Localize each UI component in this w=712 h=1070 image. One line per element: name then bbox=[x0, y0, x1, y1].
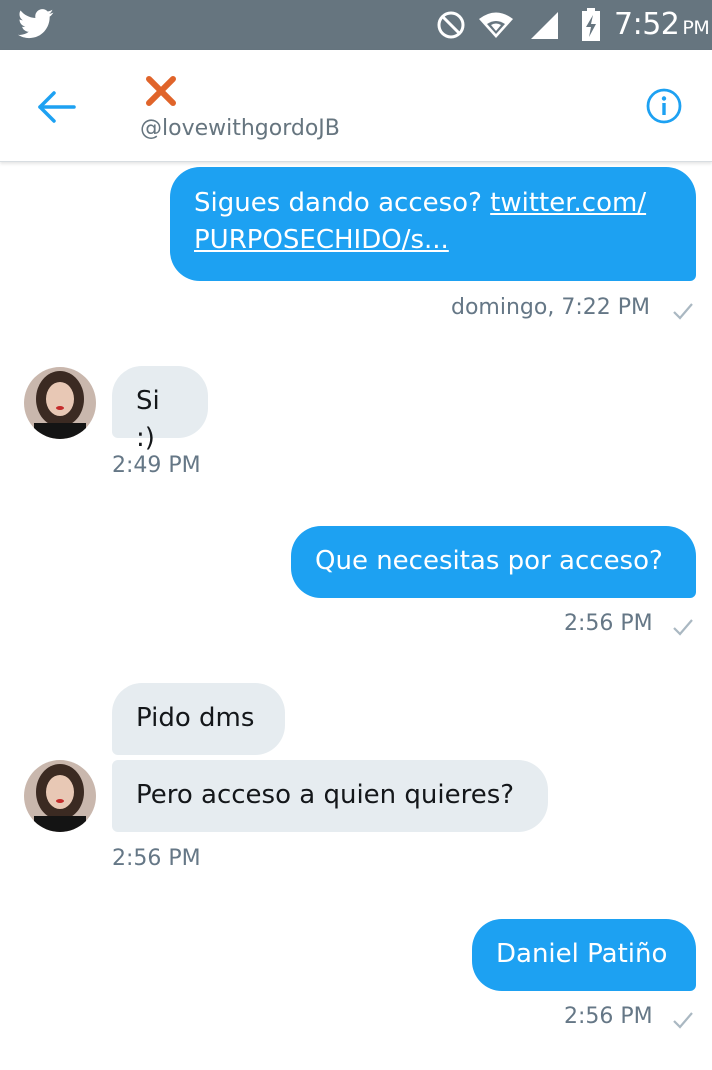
message-text: Daniel Patiño bbox=[496, 939, 668, 969]
message-text: Si :) bbox=[136, 386, 160, 453]
sent-check-icon bbox=[673, 303, 693, 320]
message-text: Pido dms bbox=[136, 703, 255, 733]
status-bar: 7:52 PM bbox=[0, 0, 712, 50]
message-timestamp: 2:56 PM bbox=[112, 846, 201, 871]
message-timestamp: 2:49 PM bbox=[112, 453, 201, 478]
message-text: Sigues dando acceso? bbox=[194, 188, 491, 218]
wifi-icon bbox=[479, 12, 513, 38]
avatar-photo-icon bbox=[24, 367, 96, 439]
clock: 7:52 PM bbox=[614, 7, 710, 42]
message-link[interactable]: PURPOSECHIDO/s... bbox=[194, 225, 449, 255]
info-icon[interactable] bbox=[645, 87, 683, 125]
contact-avatar[interactable] bbox=[24, 367, 96, 439]
orange-x-icon[interactable] bbox=[145, 75, 177, 107]
outgoing-message[interactable]: Que necesitas por acceso? bbox=[291, 526, 696, 598]
contact-avatar[interactable] bbox=[24, 760, 96, 832]
message-timestamp: 2:56 PM bbox=[564, 611, 653, 636]
incoming-message[interactable]: Si :) bbox=[112, 366, 208, 453]
message-text: Pero acceso a quien quieres? bbox=[136, 780, 515, 810]
incoming-message[interactable]: Pero acceso a quien quieres? bbox=[112, 760, 548, 832]
battery-charging-icon bbox=[582, 8, 600, 41]
conversation-header: @lovewithgordoJB bbox=[0, 50, 712, 162]
message-link[interactable]: twitter.com/ bbox=[490, 188, 646, 218]
message-text: Que necesitas por acceso? bbox=[315, 546, 663, 576]
outgoing-message[interactable]: Daniel Patiño bbox=[472, 919, 696, 991]
twitter-bird-icon bbox=[18, 9, 54, 39]
sent-check-icon bbox=[673, 619, 693, 636]
message-timestamp: 2:56 PM bbox=[564, 1004, 653, 1029]
conversation-handle[interactable]: @lovewithgordoJB bbox=[140, 116, 340, 141]
avatar-photo-icon bbox=[24, 760, 96, 832]
sent-check-icon bbox=[673, 1012, 693, 1029]
signal-icon bbox=[531, 12, 558, 39]
back-arrow-icon[interactable] bbox=[36, 90, 78, 124]
do-not-disturb-icon bbox=[437, 11, 465, 39]
incoming-message[interactable]: Pido dms bbox=[112, 683, 285, 755]
outgoing-message[interactable]: Sigues dando acceso? twitter.com/ PURPOS… bbox=[170, 167, 696, 281]
message-timestamp: domingo, 7:22 PM bbox=[451, 295, 650, 320]
